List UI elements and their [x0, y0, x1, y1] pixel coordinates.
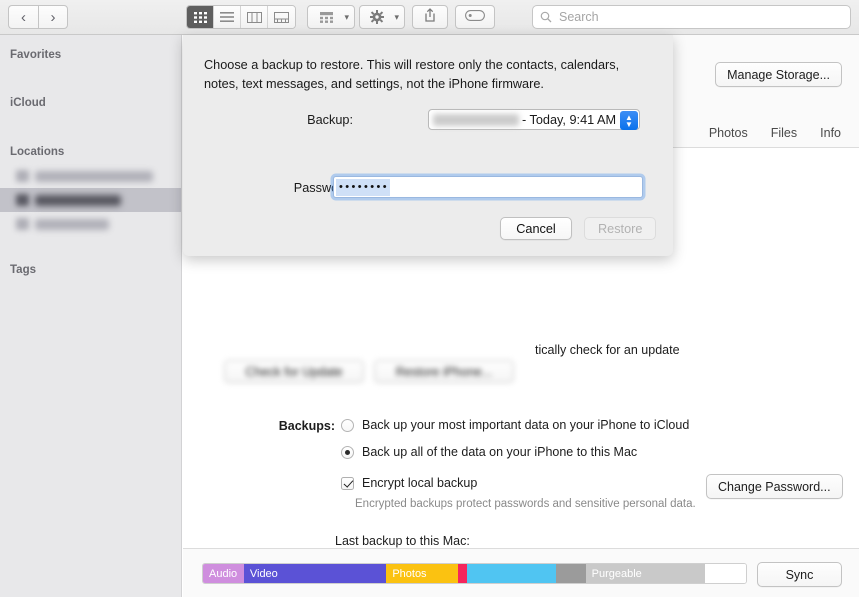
- view-mode-group: [186, 5, 296, 29]
- tab-music[interactable]: [672, 126, 686, 140]
- list-view-button[interactable]: [214, 6, 241, 28]
- sidebar-item-label: [35, 194, 121, 206]
- sidebar-section-favorites: Favorites: [10, 49, 62, 61]
- sidebar-section-tags: Tags: [10, 264, 36, 276]
- backup-select-value: - Today, 9:41 AM: [522, 112, 617, 127]
- window-toolbar: ‹ › ▾ ▾ Search: [0, 0, 859, 35]
- share-button[interactable]: [412, 5, 448, 29]
- sidebar-device-item-selected[interactable]: [0, 188, 181, 212]
- action-menu-button[interactable]: ▾: [359, 5, 405, 29]
- encrypt-hint-text: Encrypted backups protect passwords and …: [355, 498, 696, 510]
- bottom-bar: Audio Video Photos Purgeable Sync: [183, 548, 859, 597]
- device-name-redacted: [433, 113, 519, 126]
- password-value: ••••••••: [336, 178, 391, 196]
- columns-icon: [246, 11, 262, 23]
- storage-usage-bar: Audio Video Photos Purgeable: [202, 563, 747, 584]
- list-icon: [220, 12, 234, 22]
- backup-popup-label: Backup:: [307, 113, 353, 127]
- storage-segment-audio: Audio: [203, 564, 244, 583]
- sidebar-section-locations: Locations: [10, 146, 65, 158]
- sync-button[interactable]: Sync: [757, 562, 842, 587]
- radio-label: Back up all of the data on your iPhone t…: [362, 445, 638, 459]
- sidebar-section-icloud: iCloud: [10, 97, 46, 109]
- last-backup-to-mac-label: Last backup to this Mac:: [335, 534, 470, 548]
- search-field[interactable]: [532, 5, 851, 29]
- storage-segment-purgeable: Purgeable: [585, 564, 706, 583]
- sidebar-item-label: [35, 218, 109, 230]
- arrange-by-button[interactable]: ▾: [307, 5, 355, 29]
- storage-segment-apps: [467, 564, 556, 583]
- device-icon: [16, 170, 29, 182]
- back-button[interactable]: ‹: [8, 5, 38, 29]
- grid-icon: [193, 11, 207, 23]
- cancel-button[interactable]: Cancel: [500, 217, 572, 240]
- search-icon: [540, 11, 552, 23]
- group-by-icon: [308, 11, 344, 23]
- backup-select[interactable]: - Today, 9:41 AM ▲ ▼: [428, 109, 640, 130]
- check-for-update-button[interactable]: Check for Update: [224, 360, 364, 383]
- gallery-icon: [274, 11, 289, 23]
- encrypt-local-backup-checkbox[interactable]: Encrypt local backup: [341, 476, 477, 490]
- backup-to-mac-radio[interactable]: Back up all of the data on your iPhone t…: [341, 445, 637, 459]
- column-view-button[interactable]: [241, 6, 268, 28]
- storage-segment-video: Video: [243, 564, 387, 583]
- dialog-message: Choose a backup to restore. This will re…: [204, 58, 620, 91]
- restore-iphone-button[interactable]: Restore iPhone...: [374, 360, 514, 383]
- chevron-updown-icon[interactable]: ▲ ▼: [620, 111, 638, 130]
- icon-view-button[interactable]: [187, 6, 214, 28]
- storage-segment-other: [555, 564, 586, 583]
- gallery-view-button[interactable]: [268, 6, 295, 28]
- radio-indicator: [341, 445, 354, 459]
- storage-segment-mail: [458, 564, 468, 583]
- checkbox-label: Encrypt local backup: [362, 476, 478, 490]
- sidebar-device-item[interactable]: [0, 164, 181, 188]
- chevron-down-icon: ▾: [394, 11, 399, 22]
- device-icon: [16, 218, 29, 230]
- manage-storage-button[interactable]: Manage Storage...: [715, 62, 842, 87]
- forward-button[interactable]: ›: [38, 5, 68, 29]
- radio-indicator: [341, 418, 354, 432]
- navigation-buttons: ‹ ›: [8, 5, 68, 29]
- sidebar: Favorites iCloud Locations Tags: [0, 35, 182, 597]
- device-icon: [16, 194, 29, 206]
- share-icon: [424, 7, 436, 27]
- chevron-right-icon: ›: [50, 8, 56, 26]
- backup-to-icloud-radio[interactable]: Back up your most important data on your…: [341, 418, 689, 432]
- restore-button[interactable]: Restore: [584, 217, 657, 240]
- checkbox-indicator: [341, 476, 354, 490]
- auto-update-text: tically check for an update: [535, 343, 680, 357]
- tab-photos[interactable]: Photos: [709, 126, 748, 140]
- finder-window: ‹ › ▾ ▾ Search Favorites iCloud Location…: [0, 0, 859, 597]
- change-password-button[interactable]: Change Password...: [706, 474, 843, 499]
- tags-button[interactable]: [455, 5, 495, 29]
- sidebar-item-label: [35, 170, 153, 182]
- restore-backup-dialog: Choose a backup to restore. This will re…: [183, 35, 673, 256]
- chevron-left-icon: ‹: [21, 8, 26, 26]
- tab-files[interactable]: Files: [771, 126, 797, 140]
- search-input[interactable]: [557, 9, 831, 25]
- radio-label: Back up your most important data on your…: [362, 418, 690, 432]
- chevron-down-icon: ▾: [344, 11, 349, 22]
- password-field[interactable]: ••••••••: [333, 176, 643, 198]
- tag-icon: [465, 8, 485, 26]
- storage-segment-photos: Photos: [386, 564, 459, 583]
- tab-info[interactable]: Info: [820, 126, 841, 140]
- gear-icon: [360, 10, 394, 24]
- storage-segment-free: [705, 564, 746, 583]
- backups-label: Backups:: [278, 419, 335, 433]
- sidebar-device-item[interactable]: [0, 212, 181, 236]
